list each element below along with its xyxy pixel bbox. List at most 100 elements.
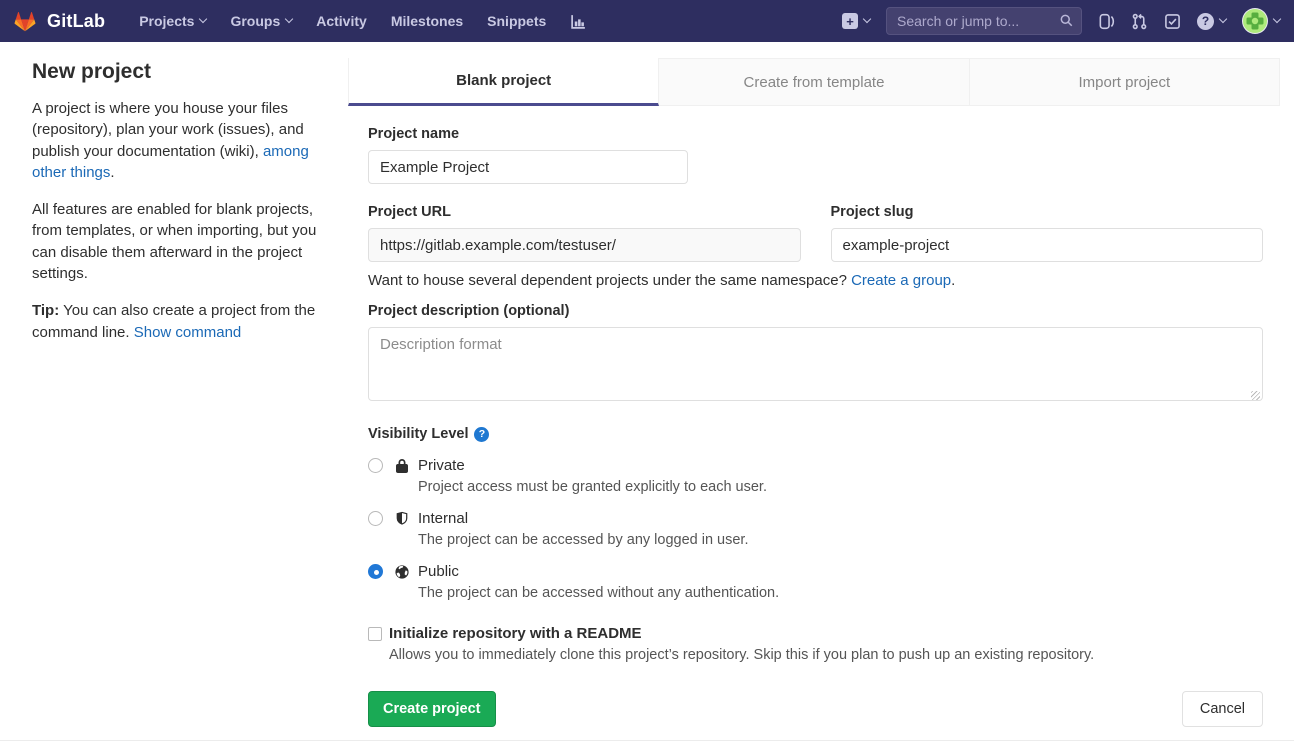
plus-icon: + xyxy=(842,13,858,29)
nav-activity-label: Activity xyxy=(316,13,367,29)
page-content: New project A project is where you house… xyxy=(0,42,1294,727)
project-url-column: Project URL xyxy=(368,204,801,262)
tab-blank-project[interactable]: Blank project xyxy=(348,58,659,106)
readme-row: Initialize repository with a README xyxy=(368,625,1263,642)
search-input[interactable] xyxy=(886,7,1082,35)
namespace-hint-text: Want to house several dependent projects… xyxy=(368,272,851,289)
nav-instance-statistics[interactable] xyxy=(558,0,599,42)
readme-label: Initialize repository with a README xyxy=(389,625,642,642)
shield-icon xyxy=(393,510,411,527)
chevron-down-icon xyxy=(1273,15,1281,23)
bar-chart-icon xyxy=(570,13,587,30)
chevron-down-icon xyxy=(863,15,871,23)
project-type-tabs: Blank project Create from template Impor… xyxy=(348,58,1280,106)
private-description: Project access must be granted explicitl… xyxy=(418,479,1263,495)
new-menu-button[interactable]: + xyxy=(842,13,870,29)
tab-import-project[interactable]: Import project xyxy=(970,58,1280,106)
project-description-wrap xyxy=(368,327,1263,406)
internal-radio[interactable] xyxy=(368,511,383,526)
nav-milestones[interactable]: Milestones xyxy=(379,0,475,42)
nav-snippets-label: Snippets xyxy=(487,13,546,29)
create-a-group-link[interactable]: Create a group xyxy=(851,272,951,289)
chevron-down-icon xyxy=(199,15,207,23)
todo-check-icon xyxy=(1164,13,1181,30)
resize-handle[interactable] xyxy=(1251,391,1260,400)
nav-groups-label: Groups xyxy=(230,13,280,29)
avatar xyxy=(1242,8,1268,34)
public-title: Public xyxy=(418,563,459,580)
tab-import-project-label: Import project xyxy=(1078,74,1170,91)
public-description: The project can be accessed without any … xyxy=(418,585,1263,601)
internal-title: Internal xyxy=(418,510,468,527)
new-project-form: Project name Project URL Project slug Wa… xyxy=(348,106,1280,727)
nav-activity[interactable]: Activity xyxy=(304,0,379,42)
top-navbar: GitLab Projects Groups Activity Mileston… xyxy=(0,0,1294,42)
page-title: New project xyxy=(32,60,317,84)
gitlab-logo-home-link[interactable]: GitLab xyxy=(12,8,105,34)
create-project-button[interactable]: Create project xyxy=(368,691,496,727)
new-project-sidebar: New project A project is where you house… xyxy=(32,58,317,727)
sidebar-paragraph-2: All features are enabled for blank proje… xyxy=(32,199,317,284)
visibility-help-icon[interactable]: ? xyxy=(474,427,489,442)
visibility-option-internal: Internal The project can be accessed by … xyxy=(368,510,1263,548)
issues-button[interactable] xyxy=(1098,13,1115,30)
help-menu-button[interactable]: ? xyxy=(1197,13,1226,30)
nav-projects[interactable]: Projects xyxy=(127,0,218,42)
namespace-hint-period: . xyxy=(951,272,955,289)
chevron-down-icon xyxy=(285,15,293,23)
visibility-internal-head: Internal xyxy=(368,510,1263,527)
sidebar-paragraph-1: A project is where you house your files … xyxy=(32,98,317,183)
nav-projects-label: Projects xyxy=(139,13,194,29)
url-slug-row: Project URL Project slug xyxy=(368,204,1263,262)
nav-groups[interactable]: Groups xyxy=(218,0,304,42)
user-menu-button[interactable] xyxy=(1242,8,1280,34)
show-command-link[interactable]: Show command xyxy=(134,324,242,341)
namespace-hint: Want to house several dependent projects… xyxy=(368,272,1263,289)
visibility-level-header: Visibility Level ? xyxy=(368,426,1263,442)
tanuki-logo-icon xyxy=(12,8,38,34)
sidebar-p1-period: . xyxy=(110,164,114,181)
project-slug-input[interactable] xyxy=(831,228,1264,262)
readme-description: Allows you to immediately clone this pro… xyxy=(389,647,1263,663)
help-icon: ? xyxy=(1197,13,1214,30)
lock-icon xyxy=(393,458,411,474)
primary-nav: Projects Groups Activity Milestones Snip… xyxy=(127,0,599,42)
readme-checkbox[interactable] xyxy=(368,627,382,641)
visibility-public-head: Public xyxy=(368,563,1263,580)
visibility-level-label: Visibility Level xyxy=(368,426,468,442)
project-url-label: Project URL xyxy=(368,204,801,220)
private-radio[interactable] xyxy=(368,458,383,473)
tip-label: Tip: xyxy=(32,302,59,319)
globe-icon xyxy=(393,564,411,580)
cancel-button[interactable]: Cancel xyxy=(1182,691,1263,727)
project-name-label: Project name xyxy=(368,126,1263,142)
issues-icon xyxy=(1098,13,1115,30)
project-slug-label: Project slug xyxy=(831,204,1264,220)
search-icon xyxy=(1059,13,1074,33)
merge-requests-button[interactable] xyxy=(1131,13,1148,30)
brand-name: GitLab xyxy=(47,11,105,32)
sidebar-tip: Tip: You can also create a project from … xyxy=(32,300,317,343)
public-radio[interactable] xyxy=(368,564,383,579)
project-url-input[interactable] xyxy=(368,228,801,262)
private-title: Private xyxy=(418,457,465,474)
internal-description: The project can be accessed by any logge… xyxy=(418,532,1263,548)
merge-request-icon xyxy=(1131,13,1148,30)
tab-create-from-template[interactable]: Create from template xyxy=(659,58,969,106)
project-name-input[interactable] xyxy=(368,150,688,184)
project-description-textarea[interactable] xyxy=(368,327,1263,401)
nav-snippets[interactable]: Snippets xyxy=(475,0,558,42)
readme-section: Initialize repository with a README Allo… xyxy=(368,625,1263,663)
visibility-option-private: Private Project access must be granted e… xyxy=(368,457,1263,495)
tab-create-from-template-label: Create from template xyxy=(744,74,885,91)
tab-blank-project-label: Blank project xyxy=(456,72,551,89)
project-slug-column: Project slug xyxy=(831,204,1264,262)
chevron-down-icon xyxy=(1219,15,1227,23)
navbar-right-controls: + xyxy=(842,7,1280,35)
nav-milestones-label: Milestones xyxy=(391,13,463,29)
form-actions: Create project Cancel xyxy=(368,691,1263,727)
global-search xyxy=(886,7,1082,35)
new-project-main: Blank project Create from template Impor… xyxy=(348,58,1280,727)
visibility-option-public: Public The project can be accessed witho… xyxy=(368,563,1263,601)
todos-button[interactable] xyxy=(1164,13,1181,30)
